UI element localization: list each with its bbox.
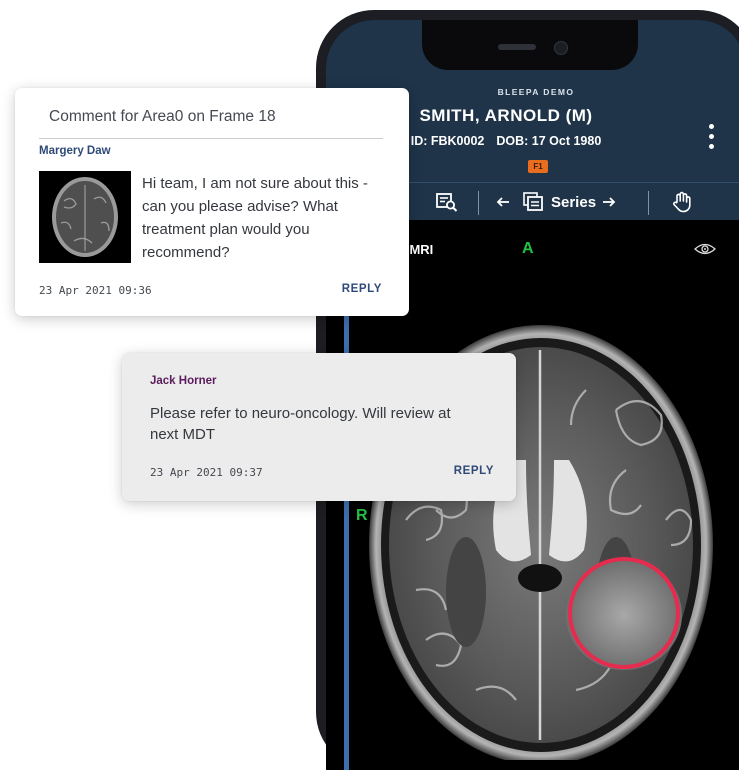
patient-id-row: ID: FBK0002 DOB: 17 Oct 1980 bbox=[386, 134, 626, 148]
comment-timestamp: 23 Apr 2021 09:36 bbox=[39, 284, 152, 297]
series-button[interactable]: Series bbox=[523, 183, 616, 221]
speaker-grille bbox=[498, 44, 536, 50]
reply-button[interactable]: REPLY bbox=[454, 465, 494, 477]
search-list-icon bbox=[436, 193, 458, 212]
patient-dob: DOB: 17 Oct 1980 bbox=[496, 134, 602, 148]
toolbar-divider bbox=[478, 191, 479, 215]
phone-notch bbox=[422, 20, 638, 70]
reply-button[interactable]: REPLY bbox=[342, 283, 382, 295]
comment-panel: Comment for Area0 on Frame 18 Margery Da… bbox=[15, 88, 409, 316]
toolbar-divider bbox=[648, 191, 649, 215]
patient-id: ID: FBK0002 bbox=[410, 134, 485, 148]
prev-series-button[interactable] bbox=[496, 183, 510, 221]
front-camera bbox=[554, 41, 568, 55]
frame-badge: F1 bbox=[528, 160, 548, 173]
thumbnail-image bbox=[52, 177, 118, 257]
pan-tool-button[interactable] bbox=[672, 183, 692, 221]
comment-author: Margery Daw bbox=[39, 145, 111, 157]
comment-title: Comment for Area0 on Frame 18 bbox=[49, 108, 276, 125]
series-label: Series bbox=[551, 193, 597, 211]
reply-card: Jack Horner Please refer to neuro-oncolo… bbox=[122, 353, 516, 501]
divider bbox=[39, 138, 383, 139]
arrow-right-icon bbox=[603, 197, 616, 207]
more-options-icon[interactable] bbox=[709, 124, 715, 154]
comment-message: Hi team, I am not sure about this - can … bbox=[142, 175, 368, 261]
reply-timestamp: 23 Apr 2021 09:37 bbox=[150, 466, 263, 479]
pan-hand-icon bbox=[673, 191, 691, 213]
series-stack-icon bbox=[523, 192, 543, 211]
patient-name: SMITH, ARNOLD (M) bbox=[419, 106, 593, 125]
reply-message: Please refer to neuro-oncology. Will rev… bbox=[150, 405, 451, 443]
arrow-left-icon bbox=[496, 197, 509, 207]
mri-thumbnail[interactable] bbox=[39, 171, 131, 263]
reply-author: Jack Horner bbox=[150, 375, 217, 387]
search-list-button[interactable] bbox=[436, 183, 458, 221]
